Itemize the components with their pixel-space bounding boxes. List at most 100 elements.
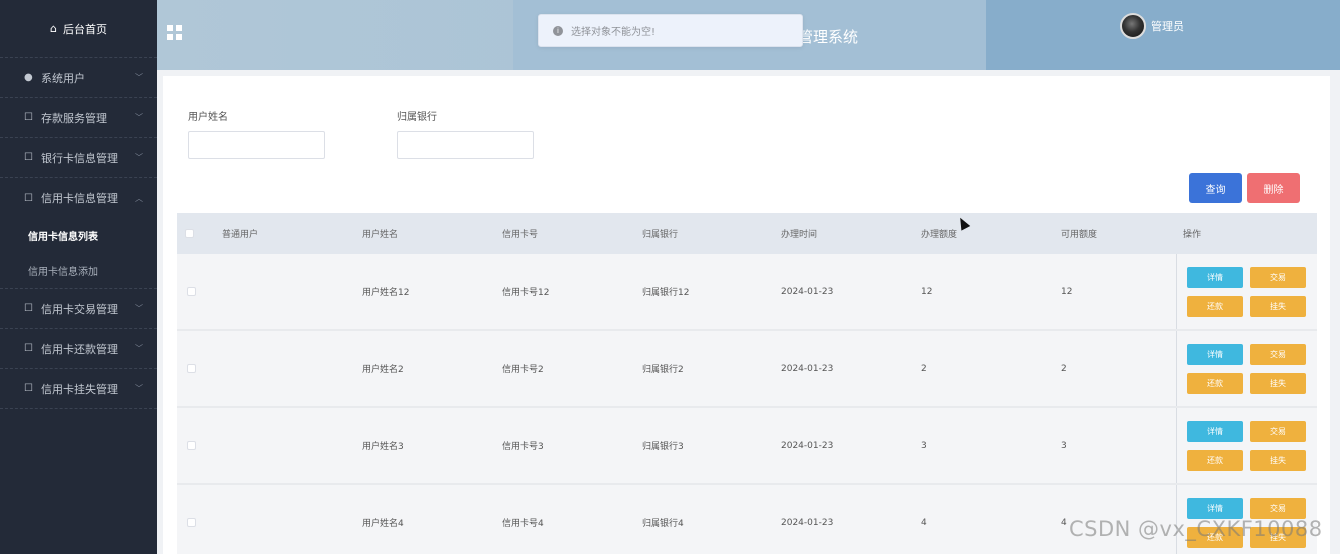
sidebar-item-bankcard[interactable]: ☐ 银行卡信息管理 ﹀	[0, 138, 157, 178]
col-name: 用户姓名	[362, 230, 399, 240]
toast-text: 选择对象不能为空!	[571, 27, 656, 38]
main-content: 用户姓名 归属银行 查询 删除 普通用户 用户姓名 信用卡号 归属银行 办理时间…	[163, 76, 1330, 554]
cell-card: 信用卡号4	[502, 519, 544, 529]
cell-avail: 12	[1061, 286, 1073, 297]
detail-button[interactable]: 详情	[1187, 344, 1243, 365]
repay-button[interactable]: 还款	[1187, 373, 1243, 394]
cell-name: 用户姓名3	[362, 442, 404, 452]
cell-bank: 归属银行2	[642, 365, 684, 375]
delete-button[interactable]: 删除	[1247, 173, 1300, 203]
sidebar-item-label: 系统用户	[41, 71, 85, 85]
name-field: 用户姓名	[188, 108, 325, 159]
user-menu[interactable]: 管理员	[1120, 13, 1184, 39]
detail-button[interactable]: 详情	[1187, 421, 1243, 442]
menu-grid-icon[interactable]	[167, 25, 182, 40]
report-lost-button[interactable]: 挂失	[1250, 296, 1306, 317]
cell-avail: 2	[1061, 363, 1067, 374]
cell-avail: 3	[1061, 440, 1067, 451]
cell-card: 信用卡号3	[502, 442, 544, 452]
detail-button[interactable]: 详情	[1187, 267, 1243, 288]
sidebar-item-label: 信用卡挂失管理	[41, 382, 118, 396]
row-checkbox[interactable]	[187, 287, 196, 296]
col-card: 信用卡号	[502, 230, 539, 240]
table-row: 用户姓名12 信用卡号12 归属银行12 2024-01-23 12 12 详情…	[177, 254, 1317, 331]
sidebar-item-repay[interactable]: ☐ 信用卡还款管理 ﹀	[0, 329, 157, 369]
select-all-checkbox[interactable]	[185, 229, 194, 238]
bank-label: 归属银行	[397, 112, 437, 123]
bank-field: 归属银行	[397, 108, 534, 159]
search-form: 用户姓名 归属银行	[188, 108, 606, 159]
query-button[interactable]: 查询	[1189, 173, 1242, 203]
user-name: 管理员	[1151, 20, 1184, 33]
cell-date: 2024-01-23	[781, 286, 834, 297]
doc-icon: ☐	[24, 112, 33, 123]
row-checkbox[interactable]	[187, 518, 196, 527]
repay-button[interactable]: 还款	[1187, 296, 1243, 317]
row-actions: 详情 交易 还款 挂失	[1176, 408, 1317, 483]
table-row: 用户姓名2 信用卡号2 归属银行2 2024-01-23 2 2 详情 交易 还…	[177, 331, 1317, 408]
report-lost-button[interactable]: 挂失	[1250, 373, 1306, 394]
sidebar-sub-creditcard-list[interactable]: 信用卡信息列表	[0, 218, 157, 253]
row-actions: 详情 交易 还款 挂失	[1176, 331, 1317, 406]
cell-bank: 归属银行12	[642, 288, 690, 298]
doc-icon: ☐	[24, 303, 33, 314]
row-checkbox[interactable]	[187, 441, 196, 450]
trade-button[interactable]: 交易	[1250, 498, 1306, 519]
chevron-down-icon: ﹀	[135, 113, 143, 122]
col-bank: 归属银行	[642, 230, 679, 240]
sidebar-group-creditcard: ☐ 信用卡信息管理 ︿ 信用卡信息列表 信用卡信息添加	[0, 178, 157, 289]
doc-icon: ☐	[24, 152, 33, 163]
trade-button[interactable]: 交易	[1250, 421, 1306, 442]
cell-limit: 12	[921, 286, 933, 297]
avatar[interactable]	[1120, 13, 1146, 39]
chevron-down-icon: ﹀	[135, 344, 143, 353]
detail-button[interactable]: 详情	[1187, 498, 1243, 519]
name-input[interactable]	[188, 131, 325, 159]
cell-limit: 4	[921, 517, 927, 528]
cell-date: 2024-01-23	[781, 517, 834, 528]
sidebar-item-label: 信用卡还款管理	[41, 342, 118, 356]
row-actions: 详情 交易 还款 挂失	[1176, 254, 1317, 329]
chevron-down-icon: ﹀	[135, 153, 143, 162]
sidebar-item-label: 银行卡信息管理	[41, 151, 118, 165]
sidebar-home[interactable]: ⌂ 后台首页	[0, 0, 157, 58]
sidebar-item-system-users[interactable]: ● 系统用户 ﹀	[0, 58, 157, 98]
cell-name: 用户姓名2	[362, 365, 404, 375]
sidebar-item-deposit[interactable]: ☐ 存款服务管理 ﹀	[0, 98, 157, 138]
chevron-down-icon: ﹀	[135, 384, 143, 393]
watermark: CSDN @vx_CXKF10088	[1069, 517, 1323, 541]
doc-icon: ☐	[24, 343, 33, 354]
col-ops: 操作	[1183, 230, 1202, 240]
sidebar-home-label: 后台首页	[62, 22, 107, 36]
cell-card: 信用卡号12	[502, 288, 550, 298]
sidebar-item-trade[interactable]: ☐ 信用卡交易管理 ﹀	[0, 289, 157, 329]
col-avail: 可用额度	[1061, 230, 1098, 240]
trade-button[interactable]: 交易	[1250, 344, 1306, 365]
col-user: 普通用户	[222, 230, 259, 240]
toast-message: i 选择对象不能为空!	[538, 14, 803, 47]
name-label: 用户姓名	[188, 112, 228, 123]
sidebar-sub-creditcard-add[interactable]: 信用卡信息添加	[0, 253, 157, 288]
col-date: 办理时间	[781, 230, 818, 240]
sidebar-item-label: 信用卡信息管理	[41, 192, 118, 205]
sidebar-item-creditcard[interactable]: ☐ 信用卡信息管理 ︿	[0, 178, 157, 218]
user-icon: ●	[24, 72, 33, 83]
trade-button[interactable]: 交易	[1250, 267, 1306, 288]
cell-bank: 归属银行4	[642, 519, 684, 529]
table-header: 普通用户 用户姓名 信用卡号 归属银行 办理时间 办理额度 可用额度 操作	[177, 213, 1317, 254]
home-icon: ⌂	[50, 22, 57, 35]
bank-input[interactable]	[397, 131, 534, 159]
info-icon: i	[553, 25, 563, 36]
sidebar: ⌂ 后台首页 ● 系统用户 ﹀ ☐ 存款服务管理 ﹀ ☐ 银行卡信息管理 ﹀ ☐…	[0, 0, 157, 554]
data-table: 普通用户 用户姓名 信用卡号 归属银行 办理时间 办理额度 可用额度 操作 用户…	[177, 213, 1317, 554]
cell-date: 2024-01-23	[781, 440, 834, 451]
sidebar-item-lost[interactable]: ☐ 信用卡挂失管理 ﹀	[0, 369, 157, 409]
row-checkbox[interactable]	[187, 364, 196, 373]
header: 管理系统 i 选择对象不能为空! 管理员	[157, 0, 1340, 70]
cell-limit: 2	[921, 363, 927, 374]
cell-card: 信用卡号2	[502, 365, 544, 375]
doc-icon: ☐	[24, 383, 33, 394]
repay-button[interactable]: 还款	[1187, 450, 1243, 471]
report-lost-button[interactable]: 挂失	[1250, 450, 1306, 471]
doc-icon: ☐	[24, 192, 33, 204]
